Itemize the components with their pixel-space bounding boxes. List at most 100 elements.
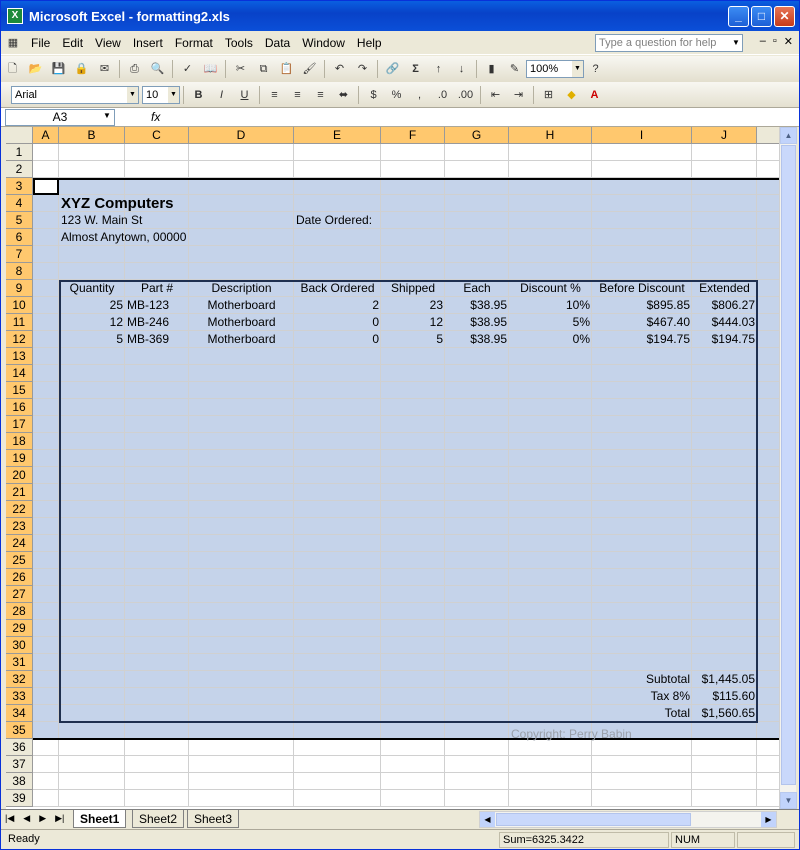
- cell[interactable]: [189, 722, 294, 739]
- cell[interactable]: [757, 399, 779, 416]
- workbook-icon[interactable]: ▦: [2, 33, 24, 53]
- cell[interactable]: [189, 263, 294, 280]
- cell[interactable]: [33, 365, 59, 382]
- fill-color-icon[interactable]: ◆: [561, 85, 582, 105]
- chevron-down-icon[interactable]: ▼: [572, 61, 583, 77]
- scroll-thumb[interactable]: [781, 145, 796, 785]
- row-header-34[interactable]: 34: [6, 705, 33, 722]
- cell[interactable]: [757, 229, 779, 246]
- cell[interactable]: [592, 195, 692, 212]
- row-header-30[interactable]: 30: [6, 637, 33, 654]
- tab-sheet2[interactable]: Sheet2: [132, 810, 185, 828]
- column-header-e[interactable]: E: [294, 127, 381, 144]
- font-size-select[interactable]: 10 ▼: [142, 86, 180, 104]
- align-right-icon[interactable]: ≡: [310, 85, 331, 105]
- cell[interactable]: [509, 178, 592, 195]
- cell[interactable]: [509, 756, 592, 773]
- cell[interactable]: [33, 212, 59, 229]
- cell[interactable]: [757, 195, 779, 212]
- column-header-g[interactable]: G: [445, 127, 509, 144]
- save-icon[interactable]: 💾: [48, 59, 69, 79]
- function-icon[interactable]: fx: [151, 110, 160, 124]
- email-icon[interactable]: ✉: [94, 59, 115, 79]
- cell[interactable]: [592, 161, 692, 178]
- cell[interactable]: [757, 297, 779, 314]
- cell[interactable]: [33, 535, 59, 552]
- formula-input[interactable]: [173, 109, 793, 126]
- hyperlink-icon[interactable]: 🔗: [382, 59, 403, 79]
- row-header-11[interactable]: 11: [6, 314, 33, 331]
- print-icon[interactable]: ⎙: [124, 59, 145, 79]
- cell[interactable]: [33, 501, 59, 518]
- cell[interactable]: [757, 382, 779, 399]
- row-header-31[interactable]: 31: [6, 654, 33, 671]
- cell[interactable]: [33, 790, 59, 807]
- cell[interactable]: [445, 773, 509, 790]
- cell[interactable]: [125, 144, 189, 161]
- cell[interactable]: [757, 161, 779, 178]
- spreadsheet-grid[interactable]: A B C D E F G H I J 1 2 3 4 5 6 7 8 9 10 11 12 13 14 15 16 17 18 19 2…: [6, 127, 779, 809]
- row-header-14[interactable]: 14: [6, 365, 33, 382]
- drawing-icon[interactable]: ✎: [504, 59, 525, 79]
- menu-help[interactable]: Help: [351, 36, 388, 50]
- tab-sheet3[interactable]: Sheet3: [187, 810, 240, 828]
- cell[interactable]: [33, 399, 59, 416]
- chart-wizard-icon[interactable]: ▮: [481, 59, 502, 79]
- decrease-decimal-icon[interactable]: .00: [455, 85, 476, 105]
- menu-window[interactable]: Window: [296, 36, 351, 50]
- row-header-4[interactable]: 4: [6, 195, 33, 212]
- cell[interactable]: [33, 195, 59, 212]
- autosum-icon[interactable]: Σ: [405, 59, 426, 79]
- menu-edit[interactable]: Edit: [56, 36, 89, 50]
- cell[interactable]: [592, 144, 692, 161]
- cell[interactable]: [33, 518, 59, 535]
- cell[interactable]: [592, 263, 692, 280]
- increase-decimal-icon[interactable]: .0: [432, 85, 453, 105]
- scroll-down-icon[interactable]: ▼: [780, 792, 797, 809]
- cell[interactable]: [757, 586, 779, 603]
- italic-button[interactable]: I: [211, 85, 232, 105]
- copy-icon[interactable]: ⧉: [253, 59, 274, 79]
- maximize-button[interactable]: □: [751, 6, 772, 27]
- cell[interactable]: [592, 790, 692, 807]
- cell[interactable]: [33, 569, 59, 586]
- cell[interactable]: [757, 467, 779, 484]
- cell[interactable]: [757, 705, 779, 722]
- cell[interactable]: [33, 348, 59, 365]
- first-sheet-icon[interactable]: |◀: [5, 813, 14, 824]
- scroll-right-icon[interactable]: ▶: [761, 812, 776, 827]
- menu-file[interactable]: File: [25, 36, 56, 50]
- cell[interactable]: [59, 161, 125, 178]
- menu-tools[interactable]: Tools: [219, 36, 259, 50]
- cell[interactable]: [33, 484, 59, 501]
- cell[interactable]: [33, 756, 59, 773]
- cell[interactable]: [757, 654, 779, 671]
- bold-button[interactable]: B: [188, 85, 209, 105]
- row-header-27[interactable]: 27: [6, 586, 33, 603]
- cell[interactable]: [33, 603, 59, 620]
- cell[interactable]: [125, 773, 189, 790]
- cell[interactable]: [757, 280, 779, 297]
- row-header-12[interactable]: 12: [6, 331, 33, 348]
- currency-icon[interactable]: $: [363, 85, 384, 105]
- cell[interactable]: [59, 756, 125, 773]
- menu-view[interactable]: View: [89, 36, 127, 50]
- comma-icon[interactable]: ,: [409, 85, 430, 105]
- row-header-33[interactable]: 33: [6, 688, 33, 705]
- cell[interactable]: [509, 790, 592, 807]
- row-header-21[interactable]: 21: [6, 484, 33, 501]
- cell[interactable]: [445, 144, 509, 161]
- cell[interactable]: [381, 739, 445, 756]
- redo-icon[interactable]: ↷: [352, 59, 373, 79]
- cell[interactable]: [33, 297, 59, 314]
- cell[interactable]: [692, 739, 757, 756]
- cell[interactable]: [125, 263, 189, 280]
- active-cell-a3[interactable]: [33, 178, 59, 195]
- prev-sheet-icon[interactable]: ◀: [23, 813, 30, 824]
- cell[interactable]: [509, 195, 592, 212]
- cell[interactable]: [59, 263, 125, 280]
- row-header-8[interactable]: 8: [6, 263, 33, 280]
- row-header-16[interactable]: 16: [6, 399, 33, 416]
- cell[interactable]: [757, 144, 779, 161]
- cell[interactable]: [33, 705, 59, 722]
